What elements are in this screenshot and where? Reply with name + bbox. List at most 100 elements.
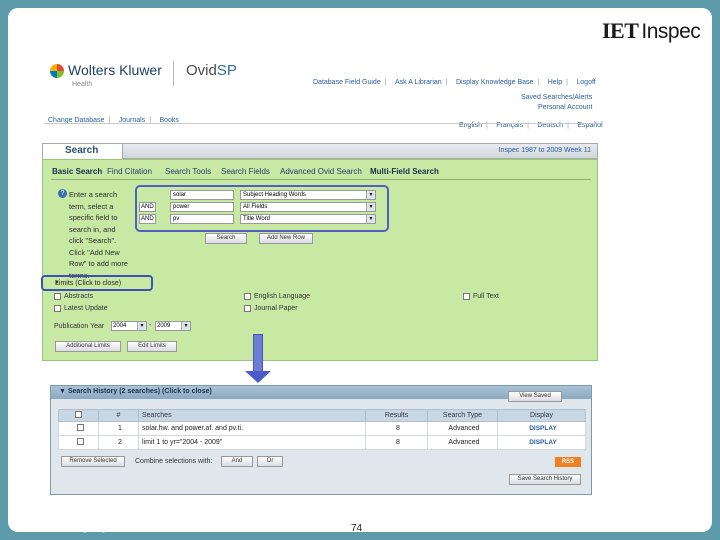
- search-results: 8: [365, 435, 428, 450]
- publication-year-label: Publication Year: [54, 323, 105, 330]
- english-language-checkbox[interactable]: [244, 293, 251, 300]
- logo-divider: [173, 61, 174, 86]
- number-column-header[interactable]: #: [98, 409, 139, 422]
- rss-feed-button[interactable]: RSS: [555, 457, 581, 467]
- select-all-checkbox[interactable]: [75, 411, 82, 418]
- row-select-cell: [58, 435, 99, 450]
- search-field-value: Subject Heading Words: [243, 192, 306, 198]
- display-link[interactable]: DISPLAY: [529, 439, 557, 446]
- link-ask-librarian[interactable]: Ask A Librarian: [395, 79, 442, 86]
- tab-advanced-ovid-search[interactable]: Advanced Ovid Search: [280, 167, 362, 176]
- link-personal-account[interactable]: Personal Account: [538, 104, 592, 111]
- search-history-panel: ▼ Search History (2 searches) (Click to …: [50, 385, 592, 495]
- table-header-row: # Searches Results Search Type Display: [58, 409, 586, 422]
- search-field-value: Title Word: [243, 216, 271, 222]
- page-number: 74: [351, 523, 363, 534]
- search-type: Advanced: [427, 435, 498, 450]
- wolters-kluwer-name: Wolters Kluwer: [68, 62, 162, 78]
- chevron-down-icon: ▾: [366, 203, 375, 211]
- chevron-down-icon: ▾: [366, 191, 375, 199]
- search-instructions: Enter a search term, select a specific f…: [69, 190, 128, 280]
- header-divider: [44, 123, 600, 124]
- row-checkbox[interactable]: [76, 424, 84, 431]
- collapse-arrow-icon: ▼: [59, 388, 68, 395]
- link-help[interactable]: Help: [548, 79, 562, 86]
- search-field-select[interactable]: All Fields ▾: [240, 202, 376, 212]
- inspec-logo-text: Inspec: [641, 20, 701, 43]
- tab-find-citation[interactable]: Find Citation: [107, 167, 152, 176]
- tab-underline: [51, 179, 591, 180]
- row-select-cell: [58, 421, 99, 436]
- search-field-select[interactable]: Title Word ▾: [240, 214, 376, 224]
- add-new-row-button[interactable]: Add New Row: [259, 233, 313, 244]
- display-cell: DISPLAY: [497, 435, 586, 450]
- search-number: 1: [98, 421, 139, 436]
- help-icon[interactable]: ?: [58, 189, 67, 198]
- link-logoff[interactable]: Logoff: [576, 79, 595, 86]
- wolters-kluwer-logo: Wolters Kluwer Health: [50, 62, 170, 92]
- search-term-input[interactable]: pv: [170, 214, 234, 224]
- journal-paper-checkbox[interactable]: [244, 305, 251, 312]
- table-row: 2 limit 1 to yr="2004 - 2009" 8 Advanced…: [58, 435, 586, 450]
- search-field-select[interactable]: Subject Heading Words ▾: [240, 190, 376, 200]
- search-main-tab[interactable]: Search: [43, 144, 123, 159]
- limits-toggle[interactable]: Limits (Click to close): [55, 280, 121, 287]
- abstracts-label: Abstracts: [64, 293, 94, 300]
- search-button[interactable]: Search: [205, 233, 247, 244]
- year-to-select[interactable]: 2009 ▾: [155, 321, 191, 331]
- search-term-input[interactable]: power: [170, 202, 234, 212]
- down-arrow-icon: [245, 371, 271, 383]
- additional-limits-button[interactable]: Additional Limits: [55, 341, 121, 352]
- sp-text: SP: [216, 62, 237, 79]
- iet-logo-mark: IET: [602, 18, 639, 43]
- edit-limits-button[interactable]: Edit Limits: [127, 341, 177, 352]
- remove-selected-button[interactable]: Remove Selected: [61, 456, 125, 467]
- search-type: Advanced: [427, 421, 498, 436]
- chevron-down-icon: ▾: [181, 322, 190, 330]
- tab-search-fields[interactable]: Search Fields: [221, 167, 270, 176]
- link-field-guide[interactable]: Database Field Guide: [313, 79, 381, 86]
- database-info: Inspec 1987 to 2009 Week 11: [498, 147, 591, 154]
- search-field-value: All Fields: [243, 204, 268, 210]
- view-saved-button[interactable]: View Saved: [508, 391, 562, 402]
- tab-basic-search[interactable]: Basic Search: [52, 167, 102, 176]
- results-column-header: Results: [365, 409, 428, 422]
- journal-paper-label: Journal Paper: [254, 305, 298, 312]
- abstracts-checkbox[interactable]: [54, 293, 61, 300]
- link-saved-searches[interactable]: Saved Searches/Alerts: [521, 94, 592, 101]
- search-panel: Basic Search Find Citation Search Tools …: [41, 159, 598, 361]
- boolean-select[interactable]: AND: [139, 202, 156, 212]
- wolters-kluwer-sub: Health: [72, 81, 93, 88]
- display-cell: DISPLAY: [497, 421, 586, 436]
- top-links: Database Field Guide | Ask A Librarian | D…: [313, 79, 596, 86]
- year-from-select[interactable]: 2004 ▾: [111, 321, 147, 331]
- combine-and-button[interactable]: And: [221, 456, 253, 467]
- search-type-column-header: Search Type: [427, 409, 498, 422]
- footer-url: www.theiet.org/Inspec: [26, 522, 117, 533]
- latest-update-checkbox[interactable]: [54, 305, 61, 312]
- searches-column-header: Searches: [138, 409, 366, 422]
- search-history-title: Search History (2 searches) (Click to cl…: [67, 388, 212, 395]
- down-arrow-shaft: [253, 334, 263, 372]
- search-results: 8: [365, 421, 428, 436]
- chevron-down-icon: ▾: [137, 322, 146, 330]
- year-range-dash: -: [149, 322, 152, 329]
- ovid-text: Ovid: [186, 62, 217, 79]
- row-checkbox[interactable]: [76, 438, 84, 445]
- search-term-input[interactable]: solar: [170, 190, 234, 200]
- search-number: 2: [98, 435, 139, 450]
- table-row: 1 solar.hw. and power.af. and pv.ti. 8 A…: [58, 421, 586, 436]
- latest-update-label: Latest Update: [64, 305, 108, 312]
- chevron-down-icon: ▾: [366, 215, 375, 223]
- search-query: limit 1 to yr="2004 - 2009": [138, 435, 366, 450]
- year-from-value: 2004: [113, 323, 127, 329]
- boolean-select[interactable]: AND: [139, 214, 156, 224]
- display-link[interactable]: DISPLAY: [529, 425, 557, 432]
- tab-search-tools[interactable]: Search Tools: [165, 167, 211, 176]
- combine-or-button[interactable]: Or: [257, 456, 283, 467]
- full-text-label: Full Text: [473, 293, 499, 300]
- link-knowledge-base[interactable]: Display Knowledge Base: [456, 79, 533, 86]
- tab-multi-field-search[interactable]: Multi-Field Search: [370, 167, 439, 176]
- full-text-checkbox[interactable]: [463, 293, 470, 300]
- save-search-history-button[interactable]: Save Search History: [509, 474, 581, 485]
